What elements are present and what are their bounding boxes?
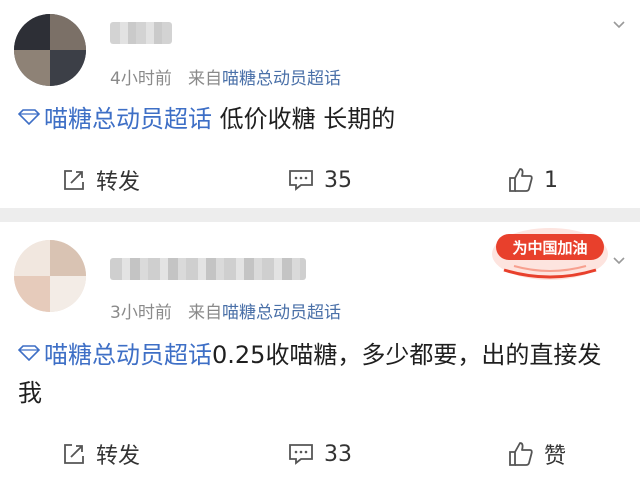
- username-blurred[interactable]: [110, 22, 172, 44]
- thumbs-up-icon: [509, 442, 533, 466]
- comment-count: 33: [324, 441, 352, 467]
- avatar[interactable]: [14, 240, 86, 312]
- badge-label: 为中国加油: [512, 239, 587, 257]
- diamond-icon: [18, 345, 40, 361]
- post-content: 喵糖总动员超话 低价收糖 长期的: [18, 100, 622, 138]
- topic-link[interactable]: 喵糖总动员超话: [18, 341, 212, 369]
- comment-button[interactable]: 33: [288, 434, 352, 474]
- action-bar: 转发 33 赞: [0, 434, 640, 474]
- source-prefix: 来自: [188, 69, 223, 89]
- action-bar: 转发 35 1: [0, 160, 640, 200]
- like-button[interactable]: 1: [508, 160, 558, 200]
- like-count: 1: [544, 167, 558, 193]
- username-blurred[interactable]: [110, 258, 306, 280]
- topic-label: 喵糖总动员超话: [44, 105, 212, 133]
- repost-label: 转发: [96, 444, 141, 469]
- like-button[interactable]: 赞: [508, 434, 566, 474]
- like-label: 赞: [544, 444, 567, 469]
- diamond-icon: [18, 109, 40, 125]
- source-prefix: 来自: [188, 303, 223, 323]
- post-content: 喵糖总动员超话0.25收喵糖，多少都要，出的直接发我: [18, 336, 622, 412]
- cheer-badge: 为中国加油: [492, 228, 608, 280]
- topic-label: 喵糖总动员超话: [44, 341, 212, 369]
- chevron-down-icon[interactable]: [612, 254, 626, 268]
- repost-icon: [64, 170, 84, 190]
- post-text: 低价收糖 长期的: [212, 105, 396, 133]
- comment-icon: [289, 444, 313, 465]
- weibo-post: 4小时前 来自喵糖总动员超话 喵糖总动员超话 低价收糖 长期的 转发 35 1: [0, 0, 640, 208]
- avatar[interactable]: [14, 14, 86, 86]
- post-time: 4小时前: [110, 69, 172, 89]
- repost-button[interactable]: 转发: [62, 160, 140, 200]
- repost-icon: [64, 444, 84, 464]
- comment-count: 35: [324, 167, 352, 193]
- post-meta: 3小时前 来自喵糖总动员超话: [110, 298, 341, 323]
- thumbs-up-icon: [509, 168, 533, 192]
- topic-link[interactable]: 喵糖总动员超话: [18, 105, 212, 133]
- source-link[interactable]: 喵糖总动员超话: [222, 303, 341, 323]
- post-meta: 4小时前 来自喵糖总动员超话: [110, 64, 341, 89]
- post-time: 3小时前: [110, 303, 172, 323]
- repost-button[interactable]: 转发: [62, 434, 140, 474]
- chevron-down-icon[interactable]: [612, 18, 626, 32]
- comment-icon: [289, 170, 313, 191]
- source-link[interactable]: 喵糖总动员超话: [222, 69, 341, 89]
- repost-label: 转发: [96, 170, 141, 195]
- comment-button[interactable]: 35: [288, 160, 352, 200]
